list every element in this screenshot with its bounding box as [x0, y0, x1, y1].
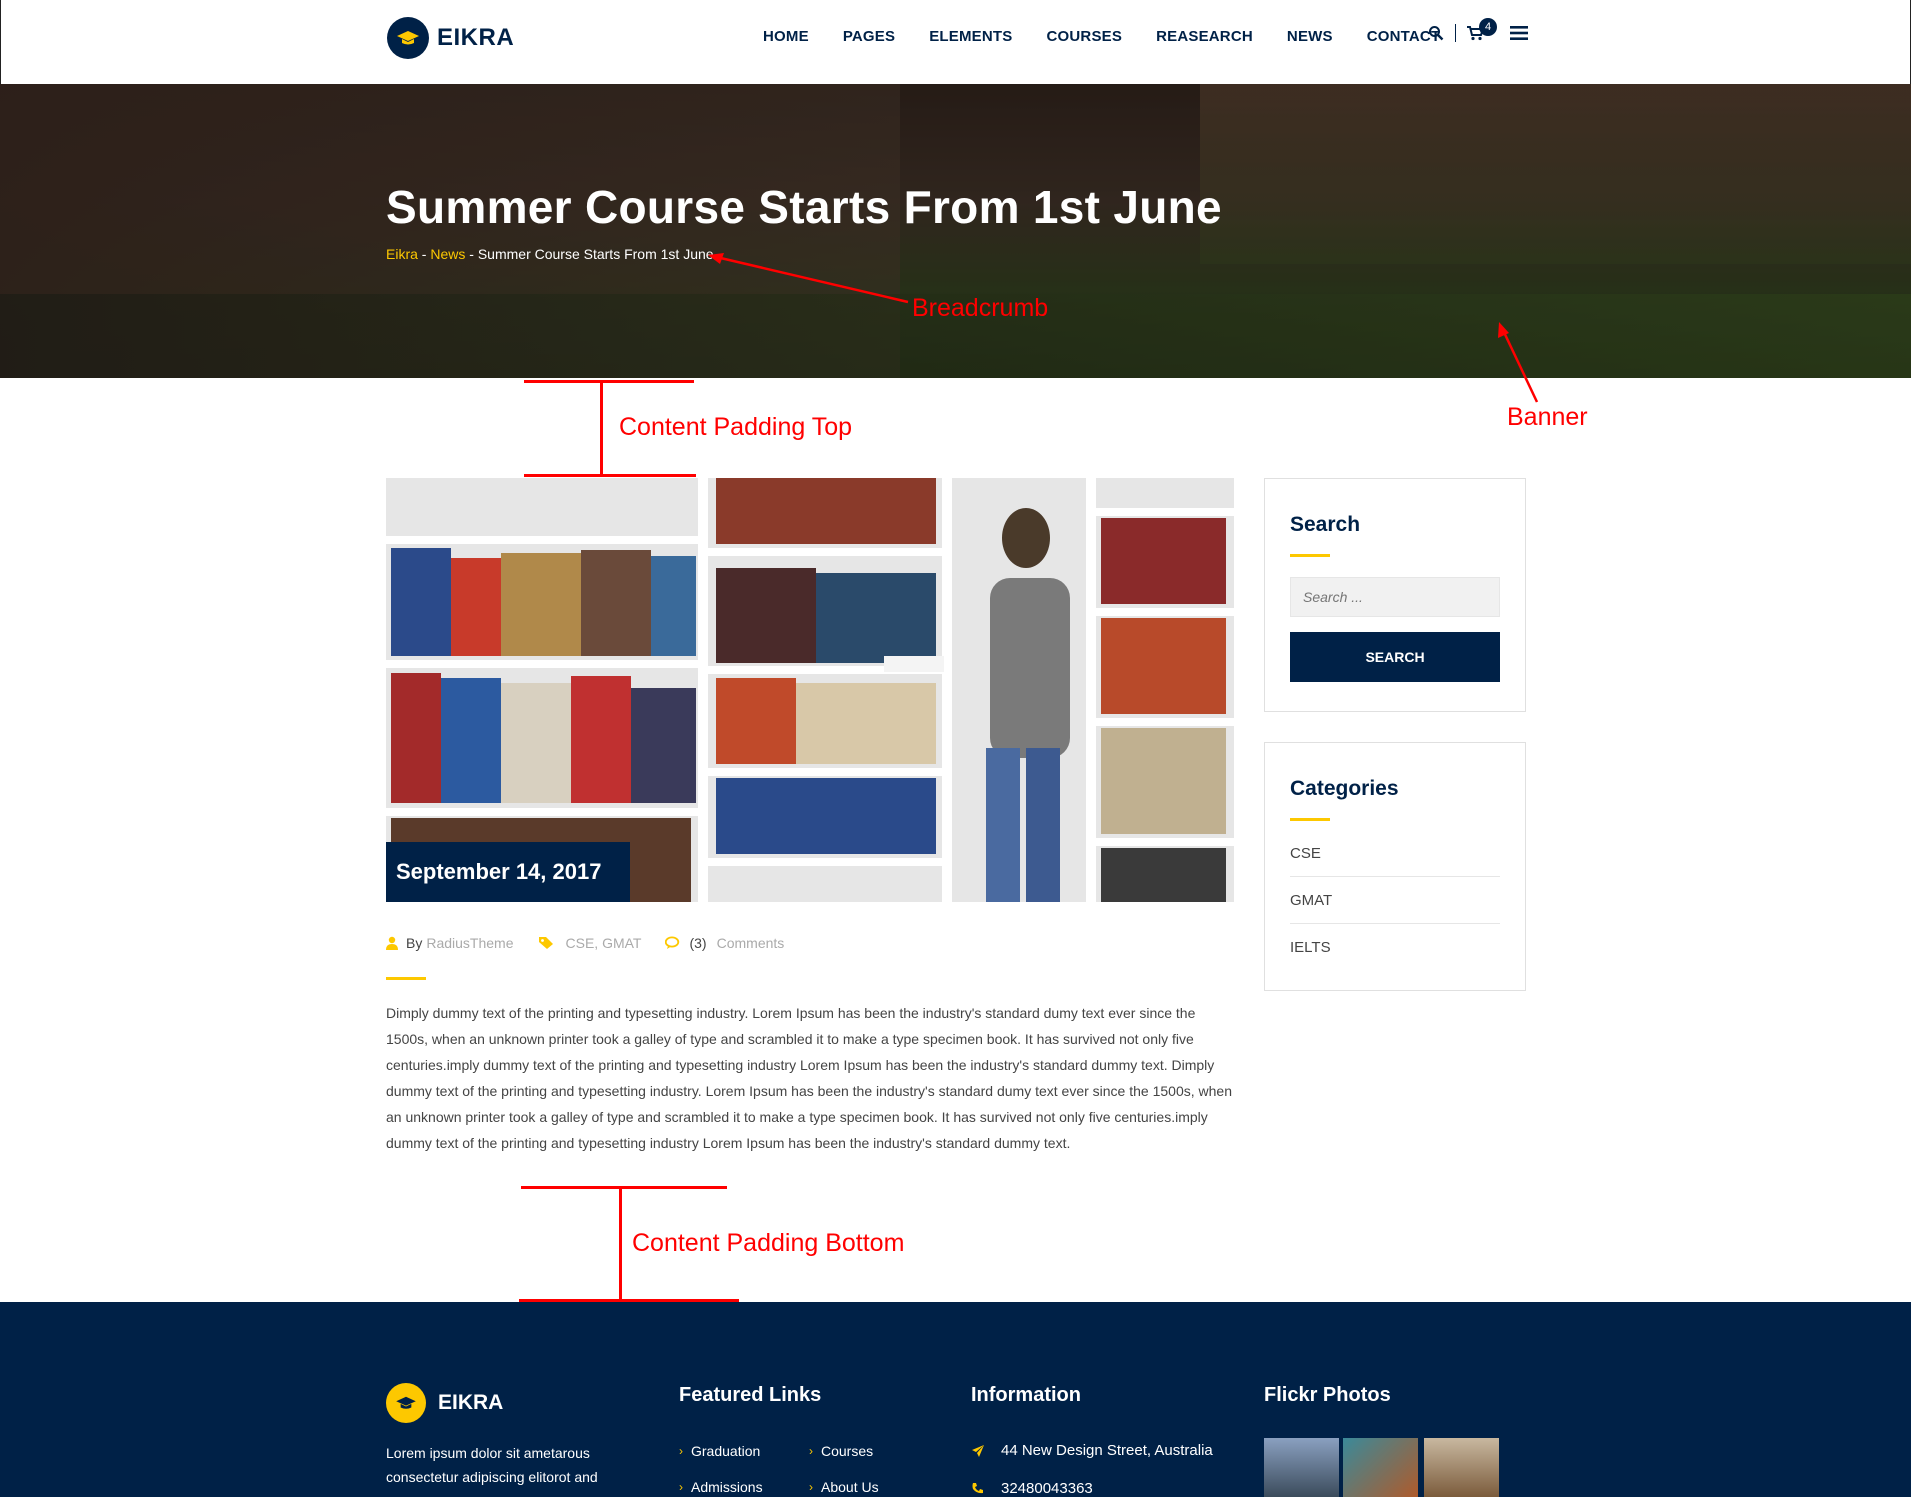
- main-nav: HOME PAGES ELEMENTS COURSES REASEARCH NE…: [746, 28, 1457, 45]
- nav-elements[interactable]: ELEMENTS: [929, 28, 1012, 45]
- menu-icon[interactable]: [1508, 22, 1530, 44]
- padding-top-line-vertical: [600, 380, 603, 476]
- user-icon: [386, 936, 398, 950]
- annotation-banner: Banner: [1507, 403, 1588, 431]
- chevron-right-icon: ›: [679, 1480, 683, 1494]
- tool-divider: [1455, 24, 1456, 42]
- nav-research[interactable]: REASEARCH: [1156, 28, 1253, 45]
- annotation-breadcrumb: Breadcrumb: [912, 294, 1049, 322]
- site-footer: EIKRA Lorem ipsum dolor sit ametarous co…: [0, 1302, 1911, 1497]
- comments-link[interactable]: Comments: [717, 935, 785, 951]
- categories-widget-title: Categories: [1290, 777, 1399, 800]
- chevron-right-icon: ›: [809, 1444, 813, 1458]
- footer-info-title: Information: [971, 1384, 1081, 1406]
- category-item-ielts[interactable]: IELTS: [1290, 924, 1500, 971]
- search-widget-title: Search: [1290, 513, 1361, 536]
- graduation-cap-icon: [387, 17, 429, 59]
- address-text: 44 New Design Street, Australia: [1001, 1442, 1213, 1459]
- post-categories: CSE, GMAT: [538, 935, 642, 951]
- post-date-badge: September 14, 2017: [386, 842, 630, 902]
- footer-link-about[interactable]: › About Us: [809, 1479, 879, 1495]
- flickr-photo[interactable]: [1424, 1438, 1499, 1497]
- footer-link-label: Admissions: [691, 1479, 763, 1495]
- footer-link-graduation[interactable]: › Graduation: [679, 1443, 760, 1459]
- padding-top-line-lower: [524, 474, 696, 477]
- categories-widget-accent: [1290, 818, 1330, 821]
- search-widget: Search SEARCH: [1264, 478, 1526, 712]
- footer-link-label: Courses: [821, 1443, 874, 1459]
- phone-text: 32480043363: [1001, 1480, 1093, 1497]
- graduation-cap-icon: [386, 1383, 426, 1423]
- category-item-gmat[interactable]: GMAT: [1290, 877, 1500, 924]
- phone-icon: [971, 1482, 991, 1495]
- breadcrumb-separator: -: [465, 246, 478, 262]
- padding-top-line-upper: [524, 380, 694, 383]
- category-item-cse[interactable]: CSE: [1290, 830, 1500, 877]
- footer-featured-title: Featured Links: [679, 1384, 822, 1406]
- nav-home[interactable]: HOME: [763, 28, 809, 45]
- cart-count-badge: 4: [1479, 18, 1497, 36]
- comment-count: (3): [689, 935, 707, 951]
- footer-flickr-title: Flickr Photos: [1264, 1384, 1391, 1406]
- chevron-right-icon: ›: [809, 1480, 813, 1494]
- search-button[interactable]: SEARCH: [1290, 632, 1500, 682]
- library-photo: [386, 478, 1234, 902]
- annotation-padding-bottom: Content Padding Bottom: [632, 1229, 905, 1257]
- padding-bottom-line-vertical: [619, 1186, 622, 1302]
- post-body: Dimply dummy text of the printing and ty…: [386, 1005, 1232, 1151]
- cart-icon[interactable]: 4: [1464, 18, 1497, 44]
- search-widget-accent: [1290, 554, 1330, 557]
- nav-pages[interactable]: PAGES: [843, 28, 895, 45]
- breadcrumb-news[interactable]: News: [430, 246, 465, 262]
- annotation-padding-top: Content Padding Top: [619, 413, 853, 441]
- page-title: Summer Course Starts From 1st June: [386, 181, 1222, 233]
- search-input[interactable]: [1290, 577, 1500, 617]
- post-featured-image: September 14, 2017: [386, 478, 1234, 902]
- nav-news[interactable]: NEWS: [1287, 28, 1333, 45]
- footer-logo[interactable]: EIKRA: [386, 1383, 503, 1423]
- categories-widget: Categories CSE GMAT IELTS: [1264, 742, 1526, 991]
- footer-link-label: About Us: [821, 1479, 879, 1495]
- comments-icon: [665, 936, 680, 949]
- breadcrumb-current: Summer Course Starts From 1st June: [477, 246, 714, 262]
- post-comments: (3) Comments: [665, 935, 784, 951]
- footer-about: Lorem ipsum dolor sit ametarous consecte…: [386, 1445, 598, 1485]
- padding-bottom-line-upper: [521, 1186, 727, 1189]
- flickr-photo[interactable]: [1264, 1438, 1339, 1497]
- header-tools: 4: [1425, 18, 1530, 44]
- nav-courses[interactable]: COURSES: [1047, 28, 1123, 45]
- breadcrumb-separator: -: [417, 246, 431, 262]
- breadcrumb-home[interactable]: Eikra: [386, 246, 418, 262]
- footer-link-admissions[interactable]: › Admissions: [679, 1479, 763, 1495]
- breadcrumb: Eikra - News - Summer Course Starts From…: [386, 246, 714, 262]
- paper-plane-icon: [971, 1444, 991, 1458]
- post-author: By RadiusTheme: [386, 935, 514, 951]
- chevron-right-icon: ›: [679, 1444, 683, 1458]
- meta-accent-bar: [386, 977, 426, 980]
- footer-link-label: Graduation: [691, 1443, 761, 1459]
- author-link[interactable]: RadiusTheme: [426, 935, 513, 951]
- tags-icon: [538, 937, 553, 949]
- footer-link-courses[interactable]: › Courses: [809, 1443, 873, 1459]
- author-label: By: [406, 935, 423, 951]
- search-icon[interactable]: [1425, 22, 1447, 44]
- footer-address: 44 New Design Street, Australia: [971, 1442, 1213, 1459]
- page-banner: Summer Course Starts From 1st June Eikra…: [0, 84, 1911, 378]
- site-logo[interactable]: EIKRA: [387, 17, 514, 59]
- logo-text: EIKRA: [437, 24, 515, 51]
- footer-logo-text: EIKRA: [438, 1391, 504, 1414]
- post-meta: By RadiusTheme CSE, GMAT (3) Comments: [386, 935, 808, 951]
- site-header: EIKRA HOME PAGES ELEMENTS COURSES REASEA…: [0, 0, 1911, 84]
- category-links[interactable]: CSE, GMAT: [566, 935, 642, 951]
- flickr-photo[interactable]: [1343, 1438, 1418, 1497]
- footer-phone: 32480043363: [971, 1480, 1093, 1497]
